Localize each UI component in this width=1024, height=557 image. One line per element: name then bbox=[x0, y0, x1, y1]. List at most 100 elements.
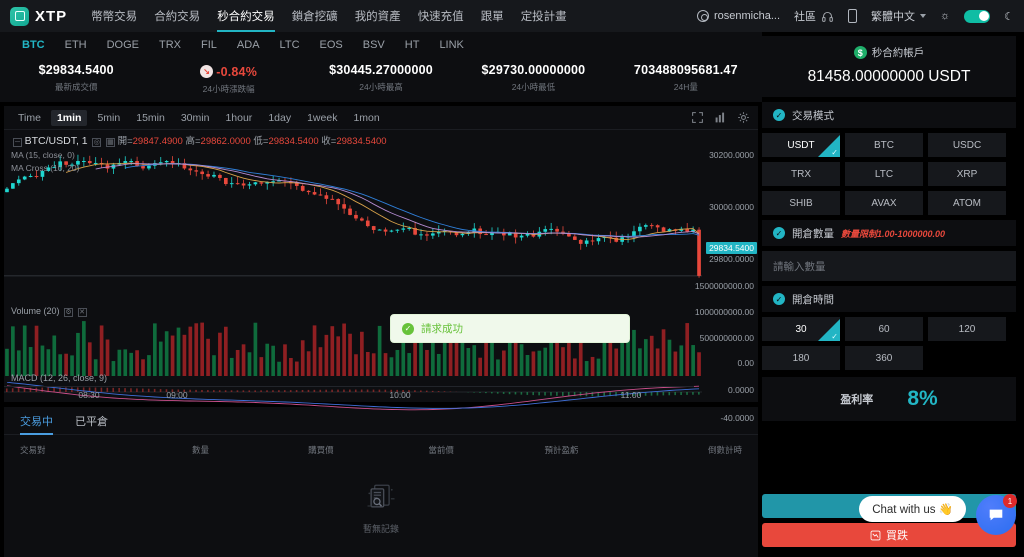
trade-mode-label: 交易模式 bbox=[792, 108, 834, 123]
volume-settings-icon[interactable]: ⚙ bbox=[64, 308, 73, 317]
coin-tab-fil[interactable]: FIL bbox=[201, 39, 217, 51]
currency-ltc[interactable]: LTC bbox=[845, 162, 923, 186]
open-label: 開= bbox=[118, 136, 133, 147]
currency-usdt[interactable]: USDT✓ bbox=[762, 133, 840, 157]
chart-type-icon[interactable]: ▦ bbox=[106, 138, 115, 147]
duration-360[interactable]: 360 bbox=[845, 346, 923, 370]
top-header: XTP 幣幣交易合約交易秒合約交易鎖倉挖礦我的資產快速充值跟單定投計畫 rose… bbox=[0, 0, 1024, 32]
fullscreen-icon[interactable] bbox=[691, 111, 704, 124]
nav-item-5[interactable]: 快速充值 bbox=[418, 0, 464, 32]
currency-btc[interactable]: BTC bbox=[845, 133, 923, 157]
logo-icon bbox=[10, 7, 29, 26]
open-value: 29847.4900 bbox=[133, 136, 183, 147]
duration-header: ✓ 開倉時間 bbox=[762, 286, 1016, 312]
coin-tab-btc[interactable]: BTC bbox=[22, 39, 45, 51]
language-selector[interactable]: 繁體中文 bbox=[871, 8, 926, 24]
sun-icon[interactable]: ☼ bbox=[940, 10, 950, 22]
close-value: 29834.5400 bbox=[336, 136, 386, 147]
chat-bubble[interactable]: Chat with us 👋 bbox=[859, 496, 966, 522]
currency-label: USDC bbox=[953, 140, 981, 151]
ticker-value: $29834.5400 bbox=[0, 63, 152, 77]
timeframe-1hour[interactable]: 1hour bbox=[219, 110, 258, 126]
currency-xrp[interactable]: XRP bbox=[928, 162, 1006, 186]
collapse-icon[interactable]: ─ bbox=[13, 138, 22, 147]
mobile-app-link[interactable] bbox=[848, 9, 857, 23]
currency-label: TRX bbox=[791, 169, 811, 180]
buy-down-button[interactable]: 買跌 bbox=[762, 523, 1016, 547]
low-value: 29834.5400 bbox=[268, 136, 318, 147]
nav-item-3[interactable]: 鎖倉挖礦 bbox=[292, 0, 338, 32]
coin-tab-ht[interactable]: HT bbox=[405, 39, 420, 51]
duration-180[interactable]: 180 bbox=[762, 346, 840, 370]
coin-tab-eth[interactable]: ETH bbox=[65, 39, 87, 51]
ticker-stat-0: $29834.5400最新成交價 bbox=[0, 63, 152, 93]
brand-logo[interactable]: XTP bbox=[10, 7, 67, 26]
timeframe-time[interactable]: Time bbox=[12, 110, 47, 126]
amount-input[interactable]: 請輸入數量 bbox=[762, 251, 1016, 281]
ticker-stat-1: ↘-0.84%24小時漲跌幅 bbox=[152, 61, 304, 95]
ticker-value: ↘-0.84% bbox=[200, 65, 257, 79]
moon-icon[interactable]: ☾ bbox=[1004, 10, 1014, 23]
nav-item-1[interactable]: 合約交易 bbox=[154, 0, 200, 32]
timeframe-1day[interactable]: 1day bbox=[262, 110, 297, 126]
trade-sidebar: $ 秒合約帳戶 81458.00000000 USDT ✓ 交易模式 USDT✓… bbox=[762, 32, 1024, 557]
currency-usdc[interactable]: USDC bbox=[928, 133, 1006, 157]
currency-label: AVAX bbox=[871, 198, 896, 209]
coin-tab-trx[interactable]: TRX bbox=[159, 39, 181, 51]
main-nav: 幣幣交易合約交易秒合約交易鎖倉挖礦我的資產快速充值跟單定投計畫 bbox=[91, 0, 567, 32]
high-label: 高= bbox=[185, 136, 200, 147]
timeframe-15min[interactable]: 15min bbox=[130, 110, 171, 126]
amount-label: 開倉數量 bbox=[792, 226, 834, 241]
nav-item-7[interactable]: 定投計畫 bbox=[521, 0, 567, 32]
indicators-icon[interactable] bbox=[714, 111, 727, 124]
currency-shib[interactable]: SHIB bbox=[762, 191, 840, 215]
ticker-stat-2: $30445.2700000024小時最高 bbox=[305, 63, 457, 93]
coin-tab-doge[interactable]: DOGE bbox=[107, 39, 139, 51]
coin-tab-bsv[interactable]: BSV bbox=[363, 39, 385, 51]
toast-message: 請求成功 bbox=[421, 321, 463, 336]
timeframe-5min[interactable]: 5min bbox=[91, 110, 126, 126]
main-body: BTC ETH DOGE TRX FIL ADA LTC EOS BSV HT LINK $2983… bbox=[0, 32, 1024, 557]
trend-down-badge-icon: ↘ bbox=[200, 65, 213, 78]
eye-icon[interactable]: ◎ bbox=[92, 138, 101, 147]
duration-120[interactable]: 120 bbox=[928, 317, 1006, 341]
currency-trx[interactable]: TRX bbox=[762, 162, 840, 186]
account-label: 秒合約帳戶 bbox=[872, 45, 925, 60]
duration-label: 180 bbox=[793, 353, 810, 364]
nav-item-0[interactable]: 幣幣交易 bbox=[91, 0, 137, 32]
timeframe-1week[interactable]: 1week bbox=[301, 110, 343, 126]
timeframe-30min[interactable]: 30min bbox=[175, 110, 216, 126]
gear-icon[interactable] bbox=[737, 111, 750, 124]
ticker-value: $29730.00000000 bbox=[457, 63, 609, 77]
theme-toggle[interactable] bbox=[964, 10, 990, 23]
timeframe-1mon[interactable]: 1mon bbox=[347, 110, 385, 126]
user-account[interactable]: rosenmicha... bbox=[697, 10, 780, 22]
phone-icon bbox=[848, 9, 857, 23]
coin-tab-ltc[interactable]: LTC bbox=[280, 39, 300, 51]
currency-atom[interactable]: ATOM bbox=[928, 191, 1006, 215]
volume-close-icon[interactable]: ✕ bbox=[78, 308, 87, 317]
duration-30[interactable]: 30✓ bbox=[762, 317, 840, 341]
check-icon: ✓ bbox=[773, 227, 785, 239]
currency-options: USDT✓BTC USDC TRX LTCXRP SHIB AVAX ATOM bbox=[762, 133, 1016, 215]
currency-avax[interactable]: AVAX bbox=[845, 191, 923, 215]
duration-label: 60 bbox=[878, 324, 889, 335]
chart-canvas[interactable]: ─ BTC/USDT, 1 ◎ ▦ 開=29847.4900 高=29862.0… bbox=[4, 130, 758, 402]
nav-item-6[interactable]: 跟單 bbox=[481, 0, 504, 32]
chat-fab-button[interactable]: 1 bbox=[976, 495, 1016, 535]
coin-tab-ada[interactable]: ADA bbox=[237, 39, 260, 51]
header-actions: rosenmicha... 社區 繁體中文 ☼ ☾ bbox=[697, 8, 1014, 24]
account-balance: 81458.00000000 USDT bbox=[762, 68, 1016, 86]
chart-legend: ─ BTC/USDT, 1 ◎ ▦ 開=29847.4900 高=29862.0… bbox=[11, 134, 387, 174]
nav-item-2[interactable]: 秒合約交易 bbox=[217, 0, 275, 32]
ticker-stat-3: $29730.0000000024小時最低 bbox=[457, 63, 609, 93]
coin-tab-link[interactable]: LINK bbox=[439, 39, 463, 51]
nav-item-4[interactable]: 我的資產 bbox=[355, 0, 401, 32]
currency-label: ATOM bbox=[953, 198, 981, 209]
coin-tab-eos[interactable]: EOS bbox=[320, 39, 343, 51]
duration-60[interactable]: 60 bbox=[845, 317, 923, 341]
language-label: 繁體中文 bbox=[871, 8, 915, 24]
time-tick: 11:00 bbox=[621, 390, 642, 400]
community-link[interactable]: 社區 bbox=[794, 8, 834, 24]
timeframe-1min[interactable]: 1min bbox=[51, 110, 88, 126]
